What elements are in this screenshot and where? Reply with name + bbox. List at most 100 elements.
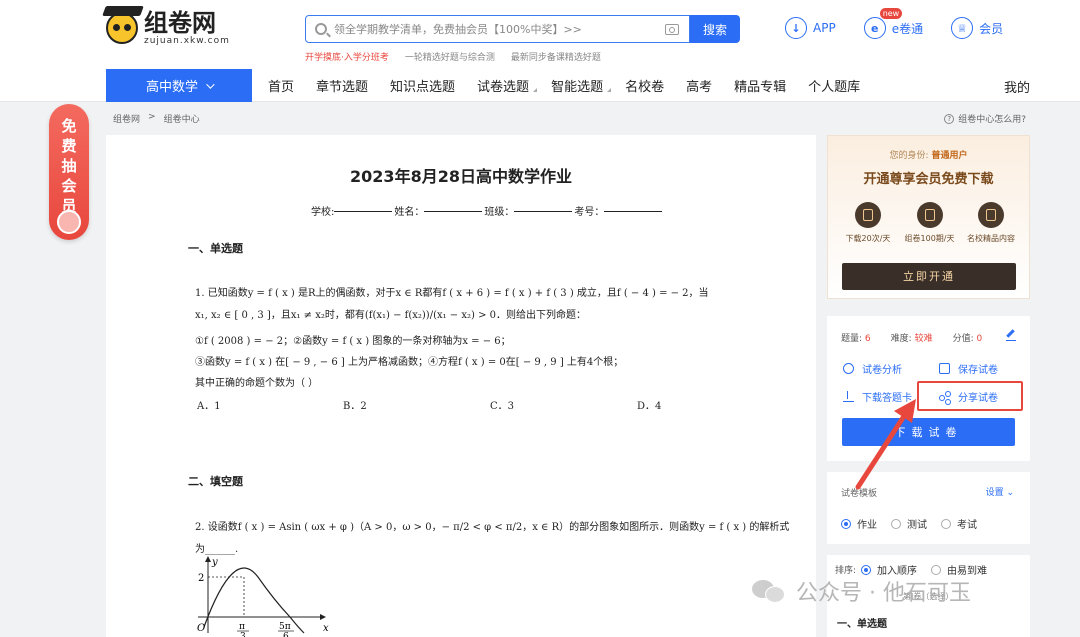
paper-stats: 题量: 6 难度: 较难 分值: 0 [841, 331, 1002, 344]
premium-icon [978, 202, 1004, 228]
info-number: 考号： [574, 207, 605, 218]
subject-dropdown[interactable]: 高中数学 [106, 69, 252, 102]
stat-score: 分值: 0 [952, 334, 983, 344]
choice-b: B．2 [343, 401, 367, 412]
radio-checked-icon [861, 564, 871, 575]
graph-origin: O [197, 623, 205, 634]
search-input[interactable] [334, 20, 654, 38]
member-link[interactable]: ♕ 会员 [951, 17, 1003, 39]
radio-icon [891, 518, 901, 529]
breadcrumb: 组卷网 > 组卷中心 [113, 112, 200, 125]
chevron-down-icon [206, 79, 215, 89]
benefit-label: 下载20次/天 [845, 234, 891, 243]
radio-icon [941, 518, 951, 529]
search-icon [315, 23, 327, 35]
breadcrumb-current: 组卷中心 [163, 115, 200, 125]
hot-links: 开学摸底·入学分班考 一轮精选好题与综合测 最新同步备课精选好题 [305, 50, 601, 63]
paper-analysis-button[interactable]: 试卷分析 [843, 361, 902, 376]
main-nav: 高中数学 首页 章节选题 知识点选题 试卷选题 智能选题 名校卷 高考 精品专辑… [0, 69, 1080, 102]
red-pointer-arrow-icon [855, 399, 916, 490]
nav-item-gaokao[interactable]: 高考 [686, 76, 712, 95]
lottery-char: 抽 [61, 157, 77, 175]
app-label: APP [813, 21, 836, 35]
graph-x-tick1-num: π [239, 622, 245, 632]
benefit-papers: 组卷100期/天 [900, 202, 960, 244]
hot-link[interactable]: 一轮精选好题与综合测 [405, 50, 495, 63]
template-option-exam[interactable]: 考试 [941, 516, 977, 531]
nav-item-mine[interactable]: 我的 [1004, 77, 1030, 96]
help-link[interactable]: ? 组卷中心怎么用? [944, 112, 1026, 125]
share-highlight-box [917, 381, 1023, 411]
radio-checked-icon [841, 518, 851, 529]
nav-item-premium[interactable]: 精品专辑 [734, 76, 786, 95]
section-single-choice: 一、单选题 [188, 242, 243, 255]
help-label: 组卷中心怎么用? [958, 115, 1026, 125]
question-1-line[interactable]: ③函数y = f ( x ) 在[ − 9 , − 6 ] 上为严格减函数；④方… [195, 353, 623, 368]
open-vip-button[interactable]: 立即开通 [842, 263, 1016, 290]
save-icon [939, 363, 950, 374]
nav-item-chapter[interactable]: 章节选题 [316, 76, 368, 95]
wechat-watermark: 公众号 · 他石可玉 [752, 575, 971, 607]
template-option-test[interactable]: 测试 [891, 516, 927, 531]
e-juan-link[interactable]: e new e卷通 [863, 8, 923, 39]
choice-c: C．3 [490, 401, 515, 412]
member-label: 会员 [979, 21, 1004, 36]
question-1-line[interactable]: 1. 已知函数y = f ( x ) 是R上的偶函数，对于x ∈ R都有f ( … [195, 284, 709, 299]
stat-count: 题量: 6 [841, 334, 871, 344]
vip-benefits: 下载20次/天 组卷100期/天 名校精品内容 [838, 202, 1021, 244]
wechat-icon [752, 578, 786, 604]
search-button[interactable]: 搜索 [690, 15, 740, 43]
paper-title[interactable]: 2023年8月28日高中数学作业 [106, 163, 816, 187]
nav-item-knowledge[interactable]: 知识点选题 [390, 76, 455, 95]
top-icons: ↓ APP e new e卷通 ♕ 会员 [785, 8, 1031, 39]
question-2-line[interactable]: 为______. [195, 540, 238, 555]
free-member-lottery-badge[interactable]: 免 费 抽 会 员 [49, 104, 89, 240]
save-paper-button[interactable]: 保存试卷 [939, 361, 998, 376]
template-setting-link[interactable]: 设置 ⌄ [986, 485, 1014, 498]
outline-section[interactable]: 一、单选题 [837, 615, 887, 630]
app-link[interactable]: ↓ APP [785, 17, 836, 39]
camera-icon[interactable] [665, 24, 679, 35]
nav-item-home[interactable]: 首页 [268, 76, 294, 95]
logo-mascot-icon [102, 6, 144, 44]
question-1-line[interactable]: 其中正确的命题个数为（ ） [195, 374, 318, 389]
info-class: 班级： [484, 207, 515, 218]
stat-difficulty: 难度: 较难 [890, 334, 933, 344]
subject-label: 高中数学 [145, 80, 198, 95]
identity-value: 普通用户 [931, 151, 968, 161]
graph-y-tick: 2 [198, 573, 204, 584]
nav-item-smart[interactable]: 智能选题 [551, 76, 612, 95]
nav-item-paper[interactable]: 试卷选题 [477, 76, 538, 95]
header: 组卷网 zujuan.xkw.com 搜索 开学摸底·入学分班考 一轮精选好题与… [0, 0, 1080, 69]
crown-icon: ♕ [951, 17, 974, 39]
benefit-downloads: 下载20次/天 [838, 202, 898, 244]
info-name: 姓名： [394, 207, 425, 218]
identity-prefix: 您的身份: [889, 151, 929, 161]
question-1-line[interactable]: ①f ( 2008 ) = − 2；②函数y = f ( x ) 图象的一条对称… [195, 332, 511, 347]
edit-icon[interactable] [1006, 331, 1016, 341]
choice-a: A．1 [197, 401, 221, 412]
breadcrumb-home[interactable]: 组卷网 [113, 112, 140, 125]
watermark-text: 公众号 · 他石可玉 [796, 581, 971, 606]
question-1-line[interactable]: x₁, x₂ ∈ [ 0 , 3 ]，且x₁ ≠ x₂时，都有(f(x₁) − … [195, 306, 586, 321]
logo[interactable]: 组卷网 zujuan.xkw.com [102, 6, 230, 46]
vip-panel: 您的身份: 普通用户 开通尊享会员免费下载 下载20次/天 组卷100期/天 名… [827, 135, 1030, 299]
graph-y-label: y [211, 557, 218, 568]
hot-link[interactable]: 最新同步备课精选好题 [511, 50, 601, 63]
graph-x-tick1-den: 3 [240, 632, 246, 637]
paper-preview: 2023年8月28日高中数学作业 学校: 姓名： 班级： 考号： 一、单选题 1… [106, 135, 816, 637]
nav-item-personal[interactable]: 个人题库 [808, 76, 860, 95]
benefit-premium: 名校精品内容 [961, 202, 1021, 244]
benefit-label: 名校精品内容 [967, 234, 1015, 243]
question-2-line[interactable]: 2. 设函数f ( x ) = Asin ( ωx + φ )（A > 0，ω … [195, 518, 789, 533]
hot-link[interactable]: 开学摸底·入学分班考 [305, 50, 389, 63]
new-badge: new [879, 8, 903, 19]
template-option-homework[interactable]: 作业 [841, 516, 877, 531]
e-icon: e [863, 17, 886, 39]
info-school: 学校: [311, 207, 335, 218]
nav-item-school[interactable]: 名校卷 [625, 76, 664, 95]
choice-d: D．4 [637, 401, 662, 412]
pie-chart-icon [843, 363, 854, 374]
download-circle-icon: ↓ [785, 17, 807, 39]
coin-icon [57, 210, 81, 234]
